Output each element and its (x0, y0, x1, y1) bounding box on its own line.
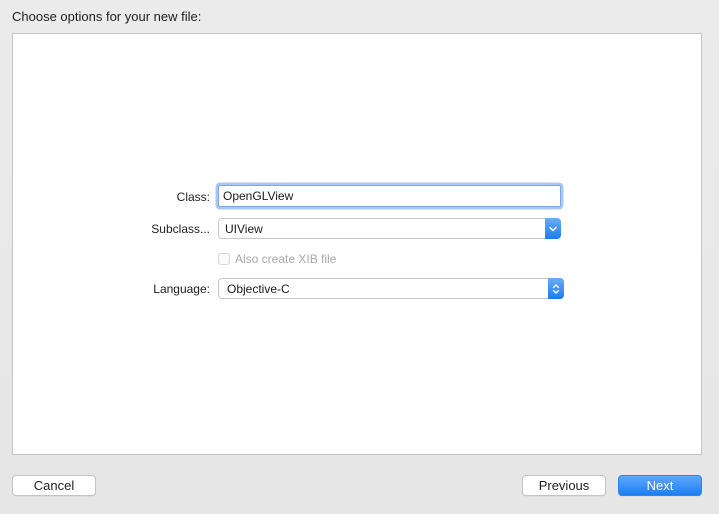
subclass-value[interactable]: UIView (225, 222, 263, 236)
also-create-xib-checkbox[interactable] (218, 253, 230, 265)
new-file-options-sheet: Choose options for your new file: Class:… (0, 0, 719, 514)
previous-button[interactable]: Previous (522, 475, 606, 496)
class-label: Class: (176, 190, 210, 204)
chevron-down-icon (549, 226, 557, 231)
cancel-button[interactable]: Cancel (12, 475, 96, 496)
xib-option-row: Also create XIB file (218, 251, 336, 267)
language-popup-button[interactable] (548, 278, 564, 299)
next-button[interactable]: Next (618, 475, 702, 496)
subclass-label: Subclass... (151, 222, 210, 236)
subclass-combo-box[interactable]: UIView (218, 218, 561, 239)
class-name-field[interactable] (218, 185, 561, 207)
language-popup[interactable]: Objective-C (218, 278, 564, 299)
up-down-chevron-icon (552, 283, 560, 294)
language-value: Objective-C (227, 282, 290, 296)
dialog-title: Choose options for your new file: (12, 9, 202, 24)
language-label: Language: (153, 282, 210, 296)
subclass-popup-button[interactable] (545, 218, 561, 239)
also-create-xib-label: Also create XIB file (235, 252, 337, 266)
options-panel (12, 33, 702, 455)
